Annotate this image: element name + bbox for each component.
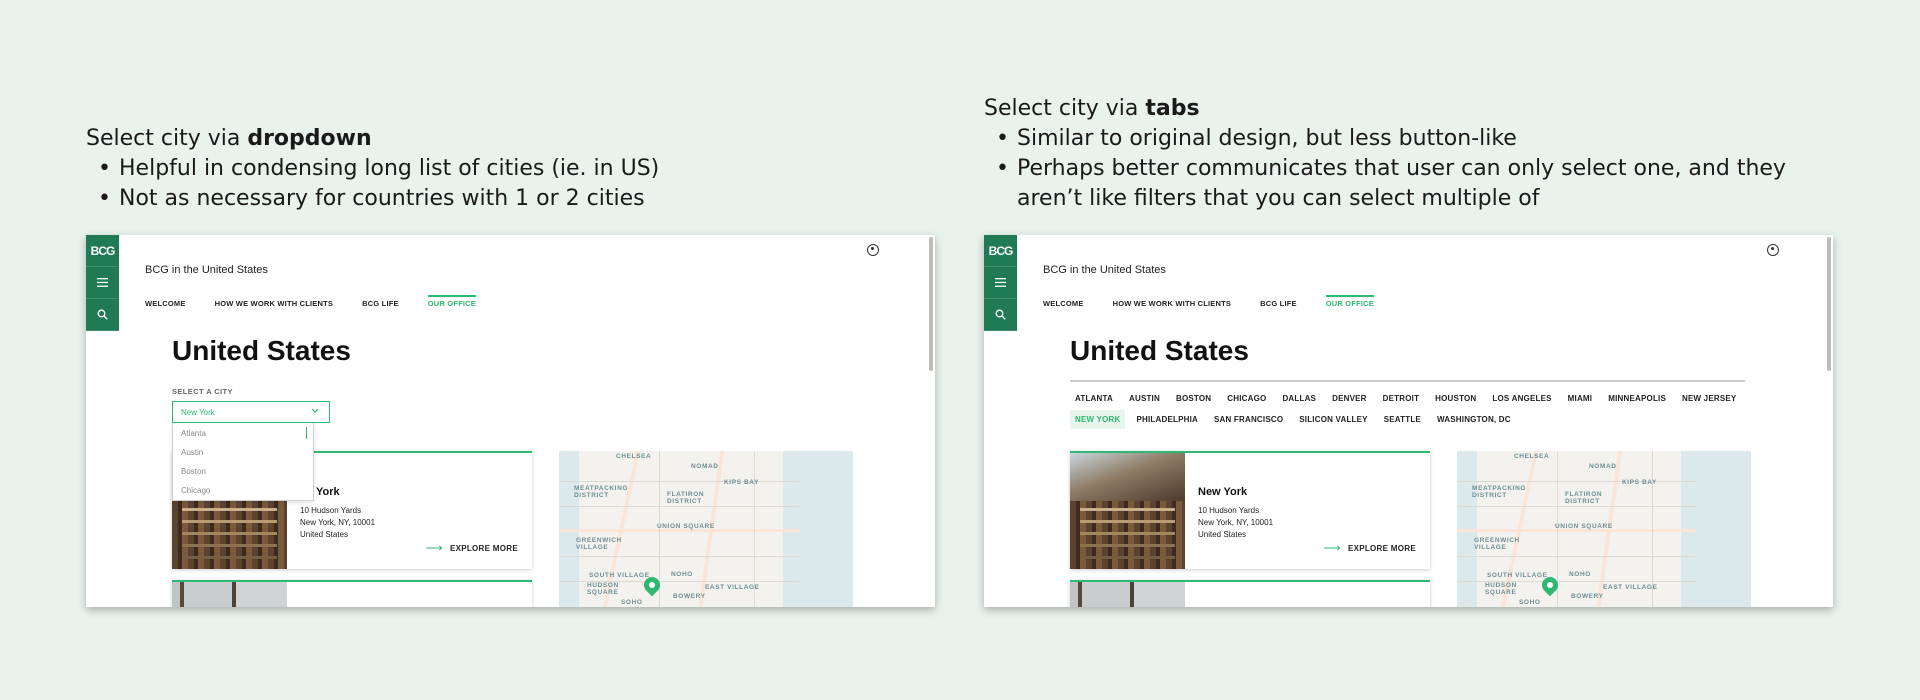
tab-city[interactable]: BOSTON — [1171, 389, 1216, 408]
sidebar: BCG — [86, 235, 119, 331]
scrollbar[interactable] — [1827, 237, 1831, 371]
tab-city[interactable]: DALLAS — [1277, 389, 1321, 408]
scrollbar[interactable] — [929, 237, 933, 371]
city-tabs: ATLANTA AUSTIN BOSTON CHICAGO DALLAS DENVER DE… — [1070, 389, 1750, 431]
explore-more-link[interactable]: ⟶ EXPLORE MORE — [1323, 541, 1416, 555]
bullet: Not as necessary for countries with 1 or… — [98, 184, 946, 214]
city-option[interactable]: Austin — [173, 442, 313, 461]
office-photo — [1070, 582, 1185, 607]
annotation-bullets: Helpful in condensing long list of citie… — [98, 154, 946, 214]
city-option[interactable]: Boston — [173, 461, 313, 480]
main-nav: WELCOME HOW WE WORK WITH CLIENTS BCG LIF… — [1043, 295, 1403, 308]
dropdown-mockup: BCG BCG in the United States WELCOME HOW… — [86, 235, 935, 607]
page-title: United States — [1070, 335, 1249, 366]
main-nav: WELCOME HOW WE WORK WITH CLIENTS BCG LIF… — [145, 295, 505, 308]
city-option[interactable]: Chicago — [173, 480, 313, 499]
magnifier-icon — [97, 309, 108, 320]
office-name: New York — [1198, 486, 1248, 498]
search-icon[interactable] — [86, 299, 119, 331]
office-map[interactable]: CHELSEA NOMAD KIPS BAY MEATPACKING DISTR… — [1457, 451, 1751, 607]
nav-how-we-work[interactable]: HOW WE WORK WITH CLIENTS — [1113, 295, 1232, 308]
nav-how-we-work[interactable]: HOW WE WORK WITH CLIENTS — [215, 295, 334, 308]
nav-our-office[interactable]: OUR OFFICE — [427, 295, 476, 308]
annotation-dropdown: Select city via dropdown Helpful in cond… — [86, 124, 946, 214]
explore-more-link[interactable]: ⟶ EXPLORE MORE — [425, 541, 518, 555]
office-photo — [172, 582, 287, 607]
office-map[interactable]: CHELSEA NOMAD KIPS BAY MEATPACKING DISTR… — [559, 451, 853, 607]
city-option[interactable]: Atlanta — [173, 423, 313, 442]
hamburger-icon — [995, 278, 1006, 287]
tab-city[interactable]: NEW YORK — [1070, 410, 1126, 429]
bullet: Helpful in condensing long list of citie… — [98, 154, 946, 184]
city-dropdown-list: Atlanta Austin Boston Chicago — [172, 423, 314, 501]
bullet: Perhaps better communicates that user ca… — [996, 154, 1844, 214]
magnifier-icon — [995, 309, 1006, 320]
logo[interactable]: BCG — [984, 235, 1017, 267]
annotation-tabs: Select city via tabs Similar to original… — [984, 94, 1844, 214]
tab-city[interactable]: LOS ANGELES — [1487, 389, 1556, 408]
page-title: United States — [172, 335, 351, 366]
menu-icon[interactable] — [86, 267, 119, 299]
tab-city[interactable]: PHILADELPHIA — [1131, 410, 1203, 429]
tab-city[interactable]: SEATTLE — [1379, 410, 1426, 429]
office-photo — [1070, 453, 1185, 569]
user-icon[interactable] — [867, 244, 879, 256]
tab-city[interactable]: CHICAGO — [1222, 389, 1271, 408]
office-card[interactable]: New York 10 Hudson Yards New York, NY, 1… — [1070, 451, 1430, 569]
tab-city[interactable]: AUSTIN — [1124, 389, 1165, 408]
annotation-bullets: Similar to original design, but less but… — [996, 124, 1844, 214]
tab-city[interactable]: WASHINGTON, DC — [1432, 410, 1516, 429]
bullet: Similar to original design, but less but… — [996, 124, 1844, 154]
select-city-label: SELECT A CITY — [172, 387, 233, 396]
site-title: BCG in the United States — [1043, 264, 1166, 276]
tab-city[interactable]: DETROIT — [1378, 389, 1425, 408]
city-select[interactable]: New York — [172, 401, 330, 423]
office-card-next[interactable] — [172, 580, 532, 607]
office-card-next[interactable] — [1070, 580, 1430, 607]
annotation-title: Select city via dropdown — [86, 126, 372, 151]
office-address: 10 Hudson Yards New York, NY, 10001 Unit… — [300, 506, 376, 539]
tab-city[interactable]: MINNEAPOLIS — [1603, 389, 1671, 408]
tab-city[interactable]: DENVER — [1327, 389, 1372, 408]
tabs-divider — [1070, 380, 1745, 382]
nav-welcome[interactable]: WELCOME — [1043, 295, 1084, 308]
office-address: 10 Hudson Yards New York, NY, 10001 Unit… — [1198, 506, 1274, 539]
user-icon[interactable] — [1767, 244, 1779, 256]
logo[interactable]: BCG — [86, 235, 119, 267]
hamburger-icon — [97, 278, 108, 287]
tab-city[interactable]: NEW JERSEY — [1677, 389, 1741, 408]
arrow-right-icon: ⟶ — [425, 541, 443, 555]
tabs-mockup: BCG BCG in the United States WELCOME HOW… — [984, 235, 1833, 607]
site-title: BCG in the United States — [145, 264, 268, 276]
office-name: York — [316, 486, 340, 498]
list-scroll-indicator — [306, 427, 307, 439]
menu-icon[interactable] — [984, 267, 1017, 299]
arrow-right-icon: ⟶ — [1323, 541, 1341, 555]
tab-city[interactable]: SAN FRANCISCO — [1209, 410, 1288, 429]
tab-city[interactable]: ATLANTA — [1070, 389, 1118, 408]
search-icon[interactable] — [984, 299, 1017, 331]
annotation-title: Select city via tabs — [984, 96, 1200, 121]
nav-our-office[interactable]: OUR OFFICE — [1325, 295, 1374, 308]
chevron-down-icon — [311, 408, 319, 413]
nav-bcg-life[interactable]: BCG LIFE — [362, 295, 399, 308]
tab-city[interactable]: MIAMI — [1563, 389, 1598, 408]
sidebar: BCG — [984, 235, 1017, 331]
tab-city[interactable]: SILICON VALLEY — [1294, 410, 1372, 429]
tab-city[interactable]: HOUSTON — [1430, 389, 1481, 408]
nav-welcome[interactable]: WELCOME — [145, 295, 186, 308]
nav-bcg-life[interactable]: BCG LIFE — [1260, 295, 1297, 308]
